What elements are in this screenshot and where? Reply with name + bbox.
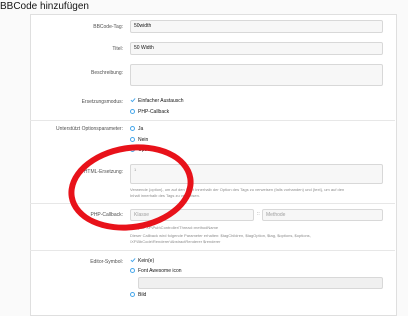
editor-icon-fa-label: Font Awesome icon bbox=[138, 268, 182, 274]
radio-icon bbox=[130, 267, 135, 273]
radio-icon bbox=[130, 136, 135, 142]
description-textarea[interactable] bbox=[130, 64, 383, 86]
editor-icon-image-option[interactable]: Bild bbox=[130, 291, 146, 299]
replacement-mode-simple-label: Einfacher Austausch bbox=[138, 98, 184, 104]
replacement-mode-php-label: PHP-Callback bbox=[138, 109, 170, 115]
replacement-mode-label: Ersetzungsmodus: bbox=[81, 99, 123, 105]
php-callback-hint-1: Dieser Callback wird folgende Parameter … bbox=[130, 233, 311, 238]
title-input[interactable]: 50 Width bbox=[130, 42, 383, 55]
section-divider bbox=[30, 120, 395, 121]
radio-icon bbox=[130, 291, 135, 297]
php-callback-method-input[interactable]: Methode bbox=[262, 209, 383, 221]
editor-icon-image-label: Bild bbox=[138, 292, 147, 298]
checkmark-icon bbox=[130, 258, 136, 263]
editor-icon-fa-option[interactable]: Font Awesome icon bbox=[130, 267, 182, 275]
font-awesome-icon-input[interactable] bbox=[138, 277, 383, 289]
radio-icon bbox=[130, 108, 135, 114]
option-parameter-yes-label: Ja bbox=[138, 126, 144, 132]
section-divider bbox=[30, 250, 395, 251]
php-callback-hint-2: \XF\BbCode\Renderer\AbstractRenderer $re… bbox=[130, 239, 221, 244]
php-callback-example: Beispiel: XF\Pub\Controller\Thread::meth… bbox=[130, 225, 219, 230]
option-parameter-yes-option[interactable]: Ja bbox=[130, 125, 143, 133]
bbcode-tag-input[interactable]: 50width bbox=[130, 20, 383, 33]
page-title: BBCode hinzufügen bbox=[0, 1, 89, 12]
radio-icon bbox=[130, 125, 135, 131]
bbcode-tag-label: BBCode-Tag: bbox=[93, 24, 123, 30]
php-callback-separator: :: bbox=[257, 211, 260, 217]
editor-icon-none-label: Kein(e) bbox=[138, 258, 155, 264]
option-parameter-no-option[interactable]: Nein bbox=[130, 136, 148, 144]
option-parameter-no-label: Nein bbox=[138, 137, 149, 143]
checkmark-icon bbox=[130, 98, 136, 103]
replacement-mode-simple-option[interactable]: Einfacher Austausch bbox=[130, 97, 184, 105]
title-label: Titel: bbox=[112, 46, 123, 52]
description-label: Beschreibung: bbox=[91, 70, 123, 76]
editor-icon-label: Editor-Symbol: bbox=[90, 259, 123, 265]
editor-icon-none-option[interactable]: Kein(e) bbox=[130, 257, 154, 265]
option-parameter-label: Unterstützt Optionsparameter: bbox=[56, 126, 123, 132]
replacement-mode-php-option[interactable]: PHP-Callback bbox=[130, 108, 169, 116]
